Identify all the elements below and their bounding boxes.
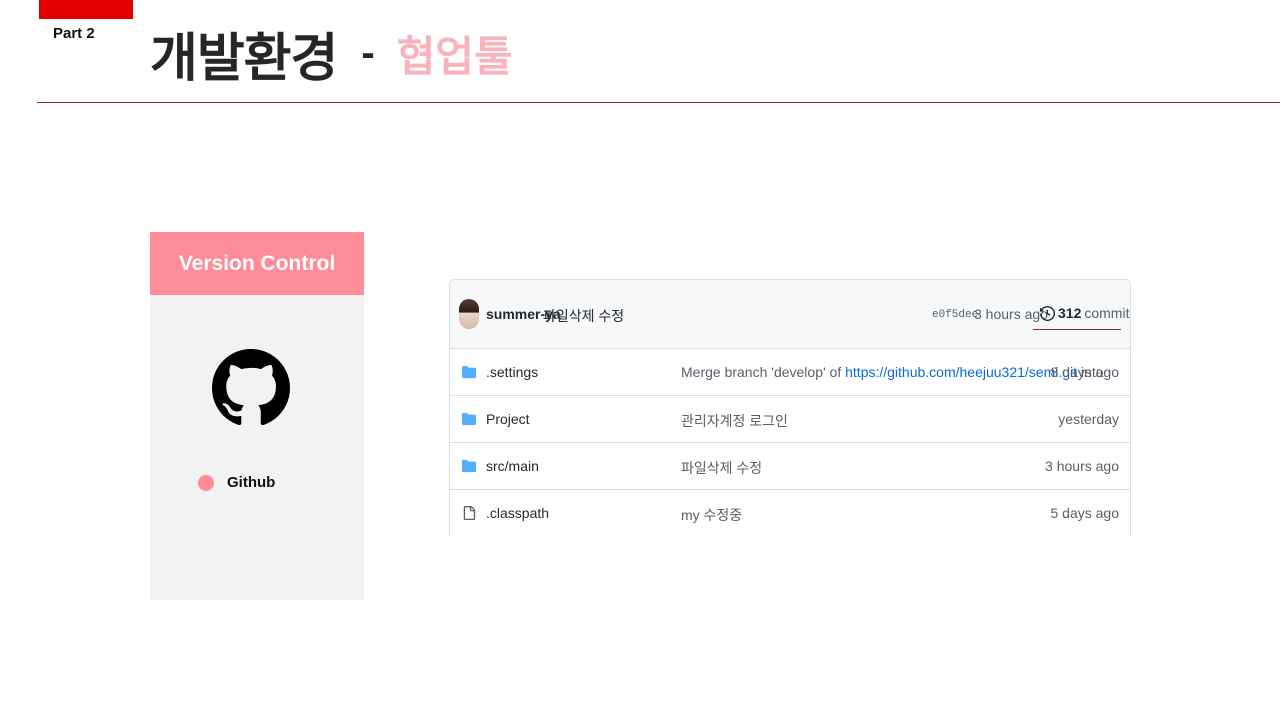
commit-message-link[interactable]: https://github.com/heejuu321/semi.git	[845, 364, 1077, 380]
version-control-header: Version Control	[150, 232, 364, 295]
version-control-panel: Version Control Github	[150, 232, 364, 600]
version-control-item-label: Github	[227, 474, 276, 491]
file-time: yesterday	[1058, 411, 1119, 427]
file-commit-message[interactable]: my 수정중	[681, 505, 742, 525]
slide-title: 개발환경	[150, 28, 338, 89]
version-control-item-github: Github	[198, 474, 275, 491]
avatar[interactable]	[459, 299, 479, 329]
commit-message-text: 관리자계정 로그인	[681, 413, 788, 429]
commit-message-text: 파일삭제 수정	[681, 460, 763, 476]
file-name[interactable]: src/main	[486, 458, 539, 474]
bullet-dot	[198, 474, 214, 491]
latest-commit-bar: summer-ya 파일삭제 수정 e0f5dee 3 hours ago 31…	[450, 280, 1130, 349]
slide-subtitle: 협업툴	[396, 31, 513, 81]
commit-message-text: Merge branch 'develop' of	[681, 364, 846, 380]
file-row-classpath[interactable]: .classpath my 수정중 5 days ago	[450, 490, 1130, 536]
file-row-settings[interactable]: .settings Merge branch 'develop' of http…	[450, 349, 1130, 396]
file-icon	[463, 506, 476, 520]
folder-icon	[462, 412, 476, 426]
file-time: 8 days ago	[1050, 364, 1120, 380]
repo-file-browser: summer-ya 파일삭제 수정 e0f5dee 3 hours ago 31…	[449, 279, 1131, 536]
file-name[interactable]: .classpath	[486, 505, 549, 521]
commits-history-link[interactable]: 312 commits	[1040, 305, 1130, 321]
commits-underline	[1033, 329, 1121, 330]
commits-label: commits	[1084, 305, 1130, 321]
file-time: 3 hours ago	[1045, 458, 1119, 474]
history-icon	[1040, 305, 1055, 321]
title-separator: -	[361, 30, 375, 75]
folder-icon	[462, 365, 476, 379]
file-row-project[interactable]: Project 관리자계정 로그인 yesterday	[450, 396, 1130, 443]
commit-hash[interactable]: e0f5dee	[932, 309, 978, 321]
commit-message-text: my 수정중	[681, 507, 743, 523]
folder-icon	[462, 459, 476, 473]
commit-time: 3 hours ago	[974, 306, 1048, 322]
accent-bar	[39, 0, 133, 19]
file-commit-message[interactable]: 관리자계정 로그인	[681, 411, 788, 431]
file-name[interactable]: .settings	[486, 364, 538, 380]
github-icon	[212, 349, 290, 427]
file-commit-message[interactable]: Merge branch 'develop' of https://github…	[681, 364, 1104, 380]
part-label: Part 2	[53, 25, 95, 42]
title-divider	[37, 102, 1280, 103]
file-name[interactable]: Project	[486, 411, 530, 427]
file-time: 5 days ago	[1050, 505, 1120, 521]
commits-count: 312	[1058, 305, 1082, 321]
commit-message[interactable]: 파일삭제 수정	[543, 306, 624, 326]
slide-title-group: 개발환경 - 협업툴	[150, 18, 513, 89]
file-row-src-main[interactable]: src/main 파일삭제 수정 3 hours ago	[450, 443, 1130, 490]
file-commit-message[interactable]: 파일삭제 수정	[681, 458, 762, 478]
